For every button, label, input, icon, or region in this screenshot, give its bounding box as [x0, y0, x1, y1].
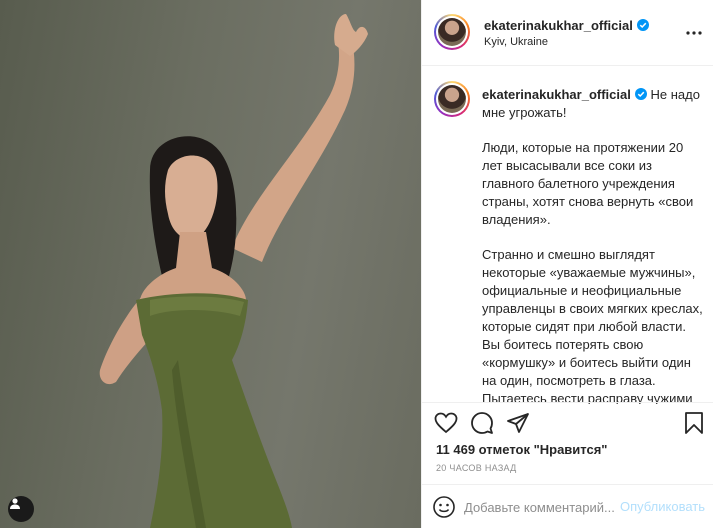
verified-badge-icon [636, 19, 649, 31]
caption-area: ekaterinakukhar_official Не надо мне угр… [422, 67, 713, 404]
more-options-button[interactable] [682, 21, 706, 45]
header-name-row: ekaterinakukhar_official [484, 17, 649, 35]
person-tag-icon [10, 498, 20, 509]
tagged-account-button[interactable] [8, 496, 34, 522]
dancer-illustration [99, 14, 368, 528]
more-dots-icon [686, 31, 702, 35]
header-username[interactable]: ekaterinakukhar_official [484, 18, 633, 33]
publish-button[interactable]: Опубликовать [620, 499, 705, 514]
bookmark-icon [685, 412, 703, 434]
comment-bar: Опубликовать [422, 484, 713, 528]
caption-paragraph: Люди, которые на протяжении 20 лет высас… [482, 140, 694, 227]
caption-username[interactable]: ekaterinakukhar_official [482, 87, 631, 102]
verified-badge-icon [634, 88, 647, 100]
post-sidebar: ekaterinakukhar_official Kyiv, Ukraine e… [421, 0, 713, 528]
post-photo[interactable] [0, 0, 421, 528]
comment-button[interactable] [468, 409, 496, 437]
smiley-icon [433, 496, 455, 518]
paper-plane-icon [507, 413, 529, 433]
comment-input[interactable] [464, 497, 614, 517]
avatar-image [438, 85, 466, 113]
like-button[interactable] [432, 409, 460, 437]
likes-count[interactable]: 11 469 отметок "Нравится" [436, 442, 607, 457]
avatar[interactable] [434, 14, 470, 50]
avatar-image [438, 18, 466, 46]
caption-text: ekaterinakukhar_official Не надо мне угр… [482, 86, 704, 404]
post-timestamp[interactable]: 20 часов назад [436, 463, 517, 473]
caption-avatar[interactable] [434, 81, 470, 117]
save-button[interactable] [680, 409, 708, 437]
caption-paragraph: Странно и смешно выглядят некоторые «ува… [482, 247, 703, 404]
share-button[interactable] [504, 409, 532, 437]
post-header: ekaterinakukhar_official Kyiv, Ukraine [422, 0, 713, 66]
emoji-button[interactable] [432, 495, 456, 519]
heart-icon [434, 412, 458, 434]
comment-bubble-icon [471, 412, 493, 434]
caption-lead-paragraph: ekaterinakukhar_official Не надо мне угр… [482, 86, 704, 122]
action-bar [422, 402, 713, 442]
location-link[interactable]: Kyiv, Ukraine [484, 36, 548, 48]
